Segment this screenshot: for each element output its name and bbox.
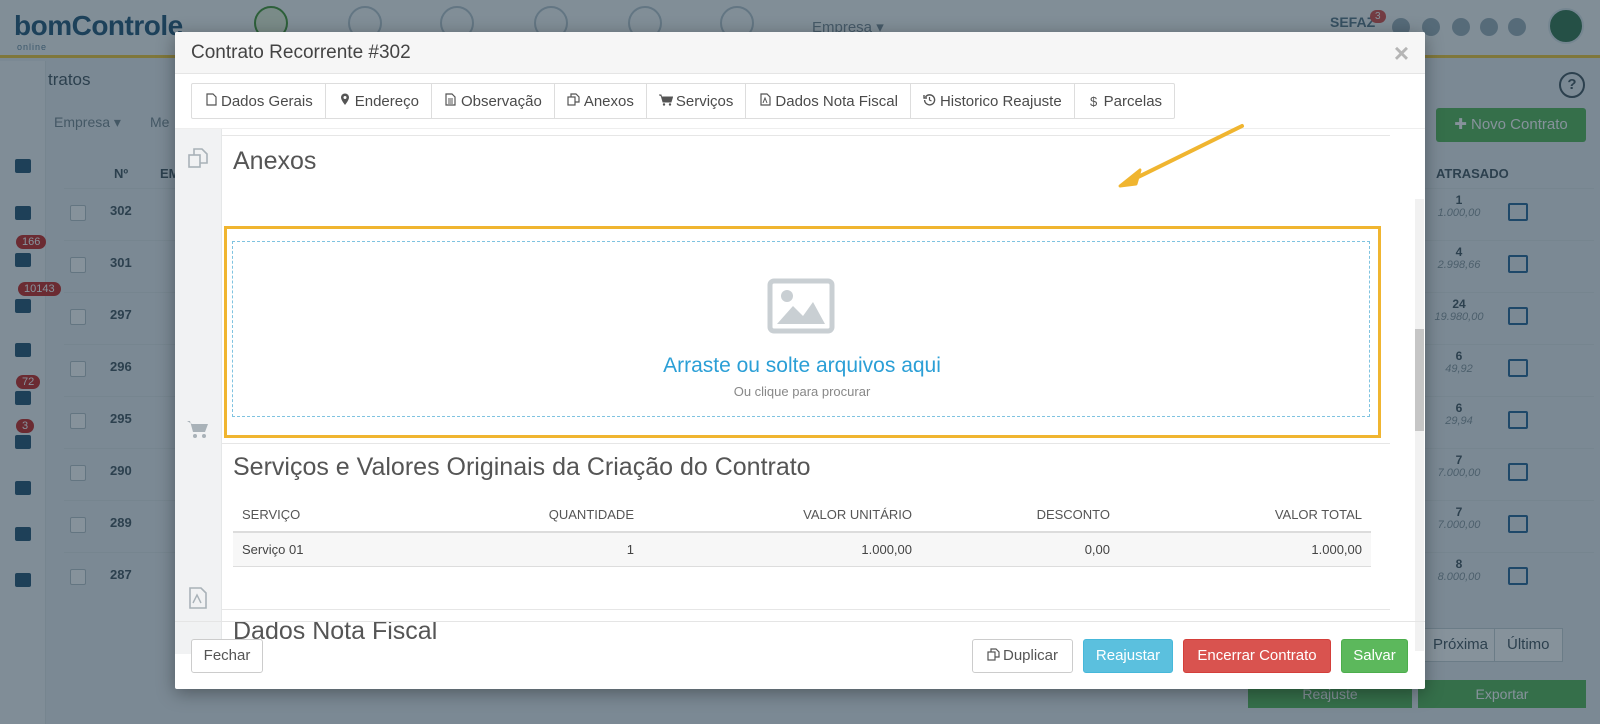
- modal-body: Anexos Arraste ou solte arquivos aqui Ou…: [175, 129, 1425, 654]
- map-marker-icon: [338, 93, 352, 109]
- tab-label: Dados Gerais: [221, 92, 313, 110]
- tab-dados-gerais[interactable]: Dados Gerais: [192, 84, 326, 118]
- section-divider: [222, 443, 1390, 444]
- copy-icon: [567, 93, 581, 109]
- tab-servicos[interactable]: Serviços: [647, 84, 747, 118]
- anexos-title: Anexos: [233, 147, 317, 175]
- footer-divider: [175, 621, 1425, 622]
- file-pdf-icon: [187, 587, 209, 609]
- history-icon: [923, 93, 937, 109]
- services-table: SERVIÇO QUANTIDADE VALOR UNITÁRIO DESCON…: [233, 498, 1371, 567]
- tab-label: Parcelas: [1103, 92, 1163, 110]
- col-desconto: DESCONTO: [921, 498, 1119, 533]
- table-header-row: SERVIÇO QUANTIDADE VALOR UNITÁRIO DESCON…: [233, 498, 1371, 533]
- col-servico: SERVIÇO: [233, 498, 523, 533]
- tab-label: Observação: [460, 92, 542, 110]
- tab-label: Historico Reajuste: [939, 92, 1062, 110]
- tab-anexos[interactable]: Anexos: [555, 84, 647, 118]
- servicos-title: Serviços e Valores Originais da Criação …: [233, 453, 811, 481]
- tab-observacao[interactable]: Observação: [432, 84, 555, 118]
- modal-tabs: Dados Gerais Endereço Observação Anexos …: [191, 83, 1176, 119]
- cart-icon: [658, 94, 674, 109]
- tab-label: Dados Nota Fiscal: [775, 92, 898, 110]
- encerrar-contrato-button[interactable]: Encerrar Contrato: [1183, 639, 1331, 673]
- cell-desconto: 0,00: [921, 532, 1119, 567]
- file-dropzone[interactable]: Arraste ou solte arquivos aqui Ou clique…: [232, 241, 1370, 417]
- tab-dados-nota-fiscal[interactable]: Dados Nota Fiscal: [746, 84, 911, 118]
- cell-quantidade: 1: [523, 532, 643, 567]
- cell-valor-unitario: 1.000,00: [643, 532, 921, 567]
- tab-label: Endereço: [354, 92, 419, 110]
- dollar-icon: $: [1090, 93, 1098, 109]
- cart-icon: [187, 418, 209, 440]
- col-valor-unitario: VALOR UNITÁRIO: [643, 498, 921, 533]
- copy-icon: [187, 147, 209, 169]
- cell-servico: Serviço 01: [233, 532, 523, 567]
- copy-icon: [987, 641, 1000, 673]
- tab-historico-reajuste[interactable]: Historico Reajuste: [911, 84, 1075, 118]
- fechar-button[interactable]: Fechar: [191, 639, 263, 673]
- section-gutter: [175, 129, 222, 654]
- file-pdf-icon: [758, 93, 772, 109]
- tab-label: Serviços: [675, 92, 734, 110]
- image-icon: [767, 278, 835, 334]
- modal-title: Contrato Recorrente #302: [191, 42, 411, 63]
- close-icon[interactable]: ×: [1394, 38, 1409, 69]
- modal-header: Contrato Recorrente #302 ×: [175, 32, 1425, 74]
- dropzone-sub-text: Ou clique para procurar: [733, 384, 871, 399]
- table-row: Serviço 01 1 1.000,00 0,00 1.000,00: [233, 532, 1371, 567]
- col-valor-total: VALOR TOTAL: [1119, 498, 1371, 533]
- tab-parcelas[interactable]: $ Parcelas: [1075, 84, 1174, 118]
- duplicar-button[interactable]: Duplicar: [972, 639, 1073, 673]
- col-quantidade: QUANTIDADE: [523, 498, 643, 533]
- file-icon: [204, 93, 218, 109]
- tab-endereco[interactable]: Endereço: [326, 84, 432, 118]
- file-text-icon: [444, 93, 458, 109]
- annotation-arrow-icon: [1118, 124, 1244, 188]
- reajustar-button[interactable]: Reajustar: [1083, 639, 1173, 673]
- tab-label: Anexos: [583, 92, 634, 110]
- dropzone-main-text: Arraste ou solte arquivos aqui: [663, 354, 941, 377]
- salvar-button[interactable]: Salvar: [1341, 639, 1408, 673]
- scrollbar-thumb[interactable]: [1415, 329, 1424, 431]
- duplicar-label: Duplicar: [1002, 647, 1059, 664]
- cell-valor-total: 1.000,00: [1119, 532, 1371, 567]
- section-divider: [222, 609, 1390, 610]
